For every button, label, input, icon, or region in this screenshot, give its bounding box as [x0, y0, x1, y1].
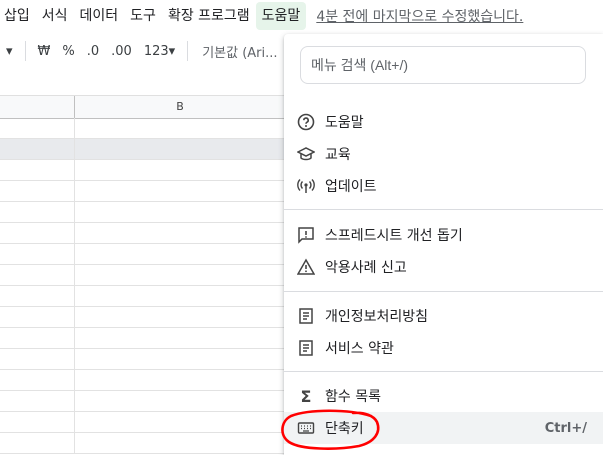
menu-item-label: 개인정보처리방침 [325, 309, 429, 325]
cell[interactable] [0, 118, 75, 138]
cell[interactable] [0, 433, 75, 453]
menu-item-label: 스프레드시트 개선 돕기 [325, 228, 463, 244]
number-format-label: 123 [143, 43, 169, 59]
menu-item-feedback[interactable]: 스프레드시트 개선 돕기 [284, 219, 603, 251]
warning-icon [297, 258, 315, 276]
menu-item-updates[interactable]: 업데이트 [284, 170, 603, 202]
last-edit-status[interactable]: 4분 전에 마지막으로 수정했습니다. [316, 6, 523, 26]
decrease-decimal-button[interactable]: .0 [81, 44, 105, 59]
menu-divider [284, 371, 603, 372]
column-header-b[interactable]: B [75, 96, 285, 118]
feedback-icon [297, 226, 315, 244]
menu-item-label: 도움말 [325, 115, 364, 131]
menu-item-label: 악용사례 신고 [325, 260, 407, 276]
menu-help[interactable]: 도움말 [255, 2, 307, 30]
menu-item-function-list[interactable]: Σ 함수 목록 [284, 380, 603, 412]
document-icon [297, 307, 315, 325]
menu-divider [284, 291, 603, 292]
cell[interactable] [0, 349, 75, 369]
sigma-icon: Σ [300, 386, 312, 406]
menu-item-label: 함수 목록 [325, 389, 381, 405]
cell[interactable] [0, 391, 75, 411]
menu-insert[interactable]: 삽입 [0, 2, 36, 30]
chevron-down-icon: ▾ [168, 43, 176, 59]
cell[interactable] [0, 286, 75, 306]
help-circle-icon [297, 113, 315, 131]
menu-bar: 삽입 서식 데이터 도구 확장 프로그램 도움말 4분 전에 마지막으로 수정했… [0, 0, 603, 32]
menu-item-label: 단축키 [325, 421, 364, 437]
toolbar-divider [187, 41, 189, 61]
menu-format[interactable]: 서식 [36, 2, 74, 30]
cell[interactable] [0, 328, 75, 348]
cell[interactable] [0, 370, 75, 390]
menu-item-keyboard-shortcuts[interactable]: 단축키 Ctrl+/ [284, 412, 603, 444]
currency-format-button[interactable]: ₩ [32, 44, 57, 59]
number-format-button[interactable]: 123▾ [138, 44, 181, 59]
menu-search-input[interactable] [300, 46, 586, 84]
menu-item-label: 교육 [325, 147, 351, 163]
menu-item-help[interactable]: 도움말 [284, 106, 603, 138]
menu-item-label: 서비스 약관 [325, 341, 394, 357]
menu-tools[interactable]: 도구 [124, 2, 162, 30]
menu-divider [284, 209, 603, 210]
cell[interactable] [0, 265, 75, 285]
menu-item-report-abuse[interactable]: 악용사례 신고 [284, 251, 603, 283]
broadcast-icon [297, 177, 315, 195]
menu-extensions[interactable]: 확장 프로그램 [162, 2, 256, 30]
percent-format-button[interactable]: % [56, 44, 80, 59]
cell[interactable] [0, 181, 75, 201]
cell[interactable] [0, 139, 75, 159]
toolbar-divider [24, 41, 26, 61]
cell[interactable] [0, 412, 75, 432]
shortcut-hint: Ctrl+/ [544, 420, 587, 436]
menu-item-label: 업데이트 [325, 179, 377, 195]
cell[interactable] [0, 223, 75, 243]
menu-item-terms-of-service[interactable]: 서비스 약관 [284, 332, 603, 364]
cell[interactable] [0, 160, 75, 180]
column-header-a[interactable] [0, 96, 75, 118]
document-icon [297, 339, 315, 357]
help-menu-dropdown: 도움말 교육 업데이트 스프레드시트 개선 돕기 악용사례 신고 개인정보처리방… [284, 34, 603, 455]
cell[interactable] [0, 307, 75, 327]
cell[interactable] [0, 202, 75, 222]
font-family-select[interactable]: 기본값 (Ari... [194, 42, 283, 61]
graduation-cap-icon [297, 145, 315, 163]
menu-item-privacy-policy[interactable]: 개인정보처리방침 [284, 300, 603, 332]
cell[interactable] [0, 244, 75, 264]
menu-item-training[interactable]: 교육 [284, 138, 603, 170]
increase-decimal-button[interactable]: .00 [105, 44, 138, 59]
menu-data[interactable]: 데이터 [74, 2, 125, 30]
chevron-down-icon[interactable]: ▾ [0, 44, 19, 59]
keyboard-icon [297, 419, 315, 437]
